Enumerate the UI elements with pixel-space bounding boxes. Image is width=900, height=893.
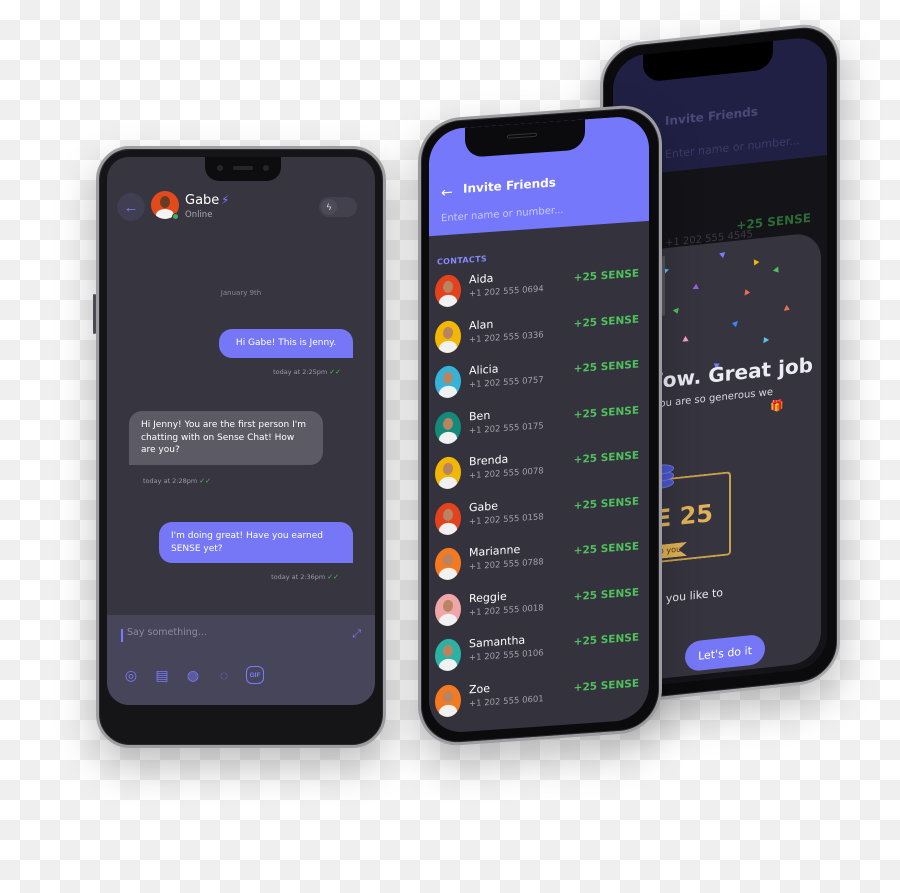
contact-phone: +1 202 555 0788 (469, 557, 544, 573)
message-input[interactable] (127, 627, 327, 638)
contact-name: Gabe (469, 498, 499, 514)
chat-screen: ← Gabe ⚡ Online ϟ January 9th Hi Gabe! T… (107, 157, 375, 705)
lets-do-it-button[interactable]: Let's do it (685, 633, 765, 673)
text-cursor (121, 629, 123, 642)
message-bubble-outgoing: Hi Gabe! This is Jenny. (219, 329, 353, 358)
confetti-piece (773, 266, 780, 272)
contact-name: Zoe (469, 681, 491, 696)
invite-phone: ← Invite Friends CONTACTS Aida+1 202 555… (418, 102, 665, 748)
contact-reward[interactable]: +25 SENSE (574, 359, 639, 376)
contact-phone: +1 202 555 0694 (469, 284, 544, 300)
message-bubble-outgoing: I'm doing great! Have you earned SENSE y… (159, 522, 353, 563)
contact-name: Samantha (469, 633, 526, 651)
contact-name: Marianne (469, 542, 521, 560)
chat-phone: ← Gabe ⚡ Online ϟ January 9th Hi Gabe! T… (93, 146, 386, 748)
confetti-piece (752, 258, 760, 266)
contact-reward[interactable]: +25 SENSE (574, 313, 639, 330)
back-arrow-icon[interactable]: ← (441, 185, 453, 202)
confetti-piece (782, 304, 790, 312)
background-contact-reward: +25 SENSE (736, 210, 811, 233)
contact-phone: +1 202 555 0601 (469, 693, 544, 709)
invite-title: Invite Friends (463, 175, 556, 196)
invite-phone-screen: ← Invite Friends CONTACTS Aida+1 202 555… (429, 114, 649, 735)
volume-button (93, 294, 96, 334)
contact-avatar (435, 592, 461, 627)
contact-list: Aida +1 202 555 0694 +25 SENSE Alan +1 202 5… (435, 257, 641, 726)
message-timestamp: today at 2:36pm ✓✓ (271, 573, 339, 581)
contact-avatar (435, 637, 461, 672)
contact-name: Aida (469, 271, 494, 287)
contact-reward[interactable]: +25 SENSE (574, 632, 639, 649)
phone-notch (205, 157, 281, 181)
contact-phone: +1 202 555 0757 (469, 375, 544, 391)
read-receipt-icon: ✓✓ (329, 368, 341, 376)
message-bubble-incoming: Hi Jenny! You are the first person I'm c… (129, 411, 323, 465)
contact-name: Gabe (185, 193, 220, 208)
contact-avatar (435, 501, 461, 536)
sticker-icon[interactable]: ◌ (214, 665, 234, 685)
message-timestamp: today at 2:25pm ✓✓ (273, 368, 341, 376)
sense-toggle[interactable]: ϟ (319, 197, 357, 217)
attachment-icon[interactable]: ▤ (152, 665, 172, 685)
contact-reward[interactable]: +25 SENSE (574, 677, 639, 694)
contacts-section-label: CONTACTS (437, 254, 487, 267)
contact-reward[interactable]: +25 SENSE (574, 404, 639, 421)
lightning-bolt-icon: ⚡ (221, 193, 230, 207)
image-icon[interactable]: ◍ (183, 665, 203, 685)
message-composer: ⤢ ◎ ▤ ◍ ◌ GIF (107, 615, 375, 705)
confetti-piece (732, 319, 740, 327)
contact-name: Ben (469, 408, 491, 423)
back-arrow-icon: ← (123, 198, 139, 216)
back-button[interactable]: ← (117, 193, 145, 221)
confetti-piece (719, 252, 725, 258)
date-separator: January 9th (220, 289, 262, 297)
message-timestamp: today at 2:28pm ✓✓ (143, 477, 211, 485)
contact-reward[interactable]: +25 SENSE (574, 495, 639, 512)
contact-name: Alan (469, 317, 494, 332)
contact-avatar (435, 273, 461, 308)
confetti-piece (692, 284, 700, 293)
confetti-piece (762, 337, 769, 344)
side-button (662, 255, 665, 316)
contact-avatar (435, 364, 461, 399)
contact-status: Online (185, 210, 213, 220)
gif-icon[interactable]: GIF (246, 666, 264, 684)
confetti-piece (742, 288, 750, 297)
contact-name: Alicia (469, 362, 499, 378)
contact-name: Brenda (469, 452, 509, 469)
read-receipt-icon: ✓✓ (199, 477, 211, 485)
contact-search-input[interactable] (441, 200, 631, 225)
confetti-piece (672, 306, 680, 314)
contact-phone: +1 202 555 0018 (469, 602, 544, 618)
contact-avatar (435, 683, 461, 718)
contact-avatar (435, 455, 461, 490)
background-search-placeholder: Enter name or number... (665, 133, 800, 162)
contact-phone: +1 202 555 0106 (469, 648, 544, 664)
confetti-piece (682, 336, 689, 343)
contact-name: Reggie (469, 589, 507, 605)
contact-avatar (435, 319, 461, 354)
contact-avatar (435, 546, 461, 581)
gift-icon: 🎁 (770, 398, 784, 414)
online-status-dot (172, 213, 179, 220)
contact-phone: +1 202 555 0175 (469, 420, 544, 436)
expand-icon[interactable]: ⤢ (352, 627, 361, 641)
contact-phone: +1 202 555 0078 (469, 466, 544, 482)
contact-phone: +1 202 555 0336 (469, 329, 544, 345)
contact-reward[interactable]: +25 SENSE (574, 586, 639, 603)
contact-reward[interactable]: +25 SENSE (574, 450, 639, 467)
contact-reward[interactable]: +25 SENSE (574, 268, 639, 285)
contact-phone: +1 202 555 0158 (469, 511, 544, 527)
contact-avatar (435, 410, 461, 445)
contact-reward[interactable]: +25 SENSE (574, 541, 639, 558)
lightning-bolt-icon: ϟ (321, 199, 337, 215)
camera-icon[interactable]: ◎ (121, 665, 141, 685)
background-invite-title: Invite Friends (665, 104, 758, 129)
read-receipt-icon: ✓✓ (327, 573, 339, 581)
